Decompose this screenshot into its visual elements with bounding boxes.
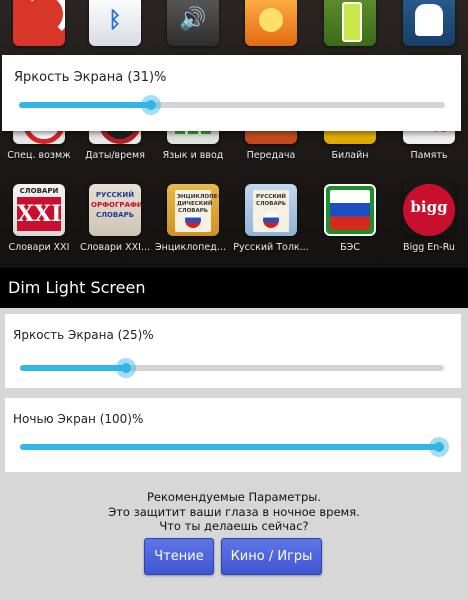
app-label: Bigg En-Ru <box>403 242 455 253</box>
app-display[interactable] <box>232 0 310 46</box>
slider-fill <box>19 102 152 108</box>
slider-fill <box>20 444 439 450</box>
overlay-brightness-panel: Яркость Экрана (31)% <box>2 55 461 131</box>
night-screen-card: Ночью Экран (100)% <box>5 398 461 472</box>
reading-button[interactable]: Чтение <box>144 538 214 575</box>
mode-buttons: Чтение Кино / Игры <box>0 538 468 578</box>
movies-games-button[interactable]: Кино / Игры <box>221 538 322 575</box>
app-label: Русский Толк... <box>233 242 309 253</box>
app-label: Билайн <box>331 150 369 161</box>
app-volume[interactable]: 🔊 <box>154 0 232 46</box>
app-label: Словари XXI <box>8 242 70 253</box>
android-icon <box>403 0 455 46</box>
recommend-line: Это защитит ваши глаза в ночное время. <box>108 504 360 519</box>
recommendation-text: Рекомендуемые Параметры. Это защитит ваш… <box>0 490 468 534</box>
app-label: Память <box>410 150 448 161</box>
bigg-logo-icon: bigg <box>403 184 455 236</box>
dictionary-book-icon: РУССКИЙ СЛОВАРЬ <box>245 184 297 236</box>
slider-thumb[interactable] <box>116 358 136 378</box>
launcher-row-dictionaries: СЛОВАРИ XXI Словари XXI РУССКИЙ ОРФОГРАФИ… <box>0 184 468 268</box>
recommend-line: Рекомендуемые Параметры. <box>146 490 322 504</box>
app-bes[interactable]: БЭС <box>311 184 389 253</box>
slider-fill <box>20 365 126 371</box>
app-slovari-xxi[interactable]: СЛОВАРИ XXI Словари XXI <box>0 184 78 253</box>
orthographic-dictionary-icon: РУССКИЙОРФОГРАФИЧЕСКИЙСЛОВАРЬ <box>89 184 141 236</box>
app-battery[interactable] <box>311 0 389 46</box>
brightness-label: Яркость Экрана (25)% <box>13 328 154 342</box>
app-android[interactable] <box>390 0 468 46</box>
app-label: БЭС <box>340 242 360 253</box>
recommend-line: Что ты делаешь сейчас? <box>159 519 309 533</box>
app-label: Даты/время <box>85 150 145 161</box>
slovari-xxi-icon: СЛОВАРИ XXI <box>13 184 65 236</box>
app-label: Словари XXI... <box>79 242 151 253</box>
app-slovari-orfo[interactable]: РУССКИЙОРФОГРАФИЧЕСКИЙСЛОВАРЬ Словари XX… <box>76 184 154 253</box>
night-screen-slider[interactable] <box>20 437 449 457</box>
brightness-sun-icon <box>245 0 297 46</box>
launcher-screenshot: ᛒ 🔊 Спец. возмж Даты/время Язык и ввод П… <box>0 0 468 268</box>
bluetooth-icon: ᛒ <box>89 0 141 46</box>
overlay-brightness-slider[interactable] <box>19 95 445 115</box>
overlay-brightness-label: Яркость Экрана (31)% <box>14 70 167 85</box>
battery-icon <box>324 0 376 46</box>
slider-thumb[interactable] <box>429 437 449 457</box>
app-title: Dim Light Screen <box>8 278 146 297</box>
app-bigg[interactable]: bigg Bigg En-Ru <box>390 184 468 253</box>
action-bar: Dim Light Screen <box>0 268 468 308</box>
slider-thumb[interactable] <box>141 95 162 115</box>
night-screen-label: Ночью Экран (100)% <box>13 412 144 426</box>
brightness-card: Яркость Экрана (25)% <box>5 314 461 388</box>
rss-icon <box>13 0 65 46</box>
app-label: Передача <box>246 150 296 161</box>
app-label: Спец. возмж <box>7 150 71 161</box>
app-label: Язык и ввод <box>162 150 224 161</box>
app-encyclopedia[interactable]: ЭНЦИКЛОПЕ-ДИЧЕСКИЙ СЛОВАРЬ Энциклопеди..… <box>154 184 232 253</box>
app-rss[interactable] <box>0 0 78 46</box>
app-explanatory-dictionary[interactable]: РУССКИЙ СЛОВАРЬ Русский Толк... <box>232 184 310 253</box>
volume-icon: 🔊 <box>167 0 219 46</box>
brightness-slider[interactable] <box>20 358 444 378</box>
app-bluetooth[interactable]: ᛒ <box>76 0 154 46</box>
russian-flag-icon <box>185 212 201 228</box>
app-label: Энциклопеди... <box>155 242 232 253</box>
russian-flag-icon <box>263 212 279 228</box>
encyclopedia-book-icon: ЭНЦИКЛОПЕ-ДИЧЕСКИЙ СЛОВАРЬ <box>167 184 219 236</box>
settings-content: Яркость Экрана (25)% Ночью Экран (100)% … <box>0 308 468 600</box>
russian-flag-icon <box>324 184 376 236</box>
